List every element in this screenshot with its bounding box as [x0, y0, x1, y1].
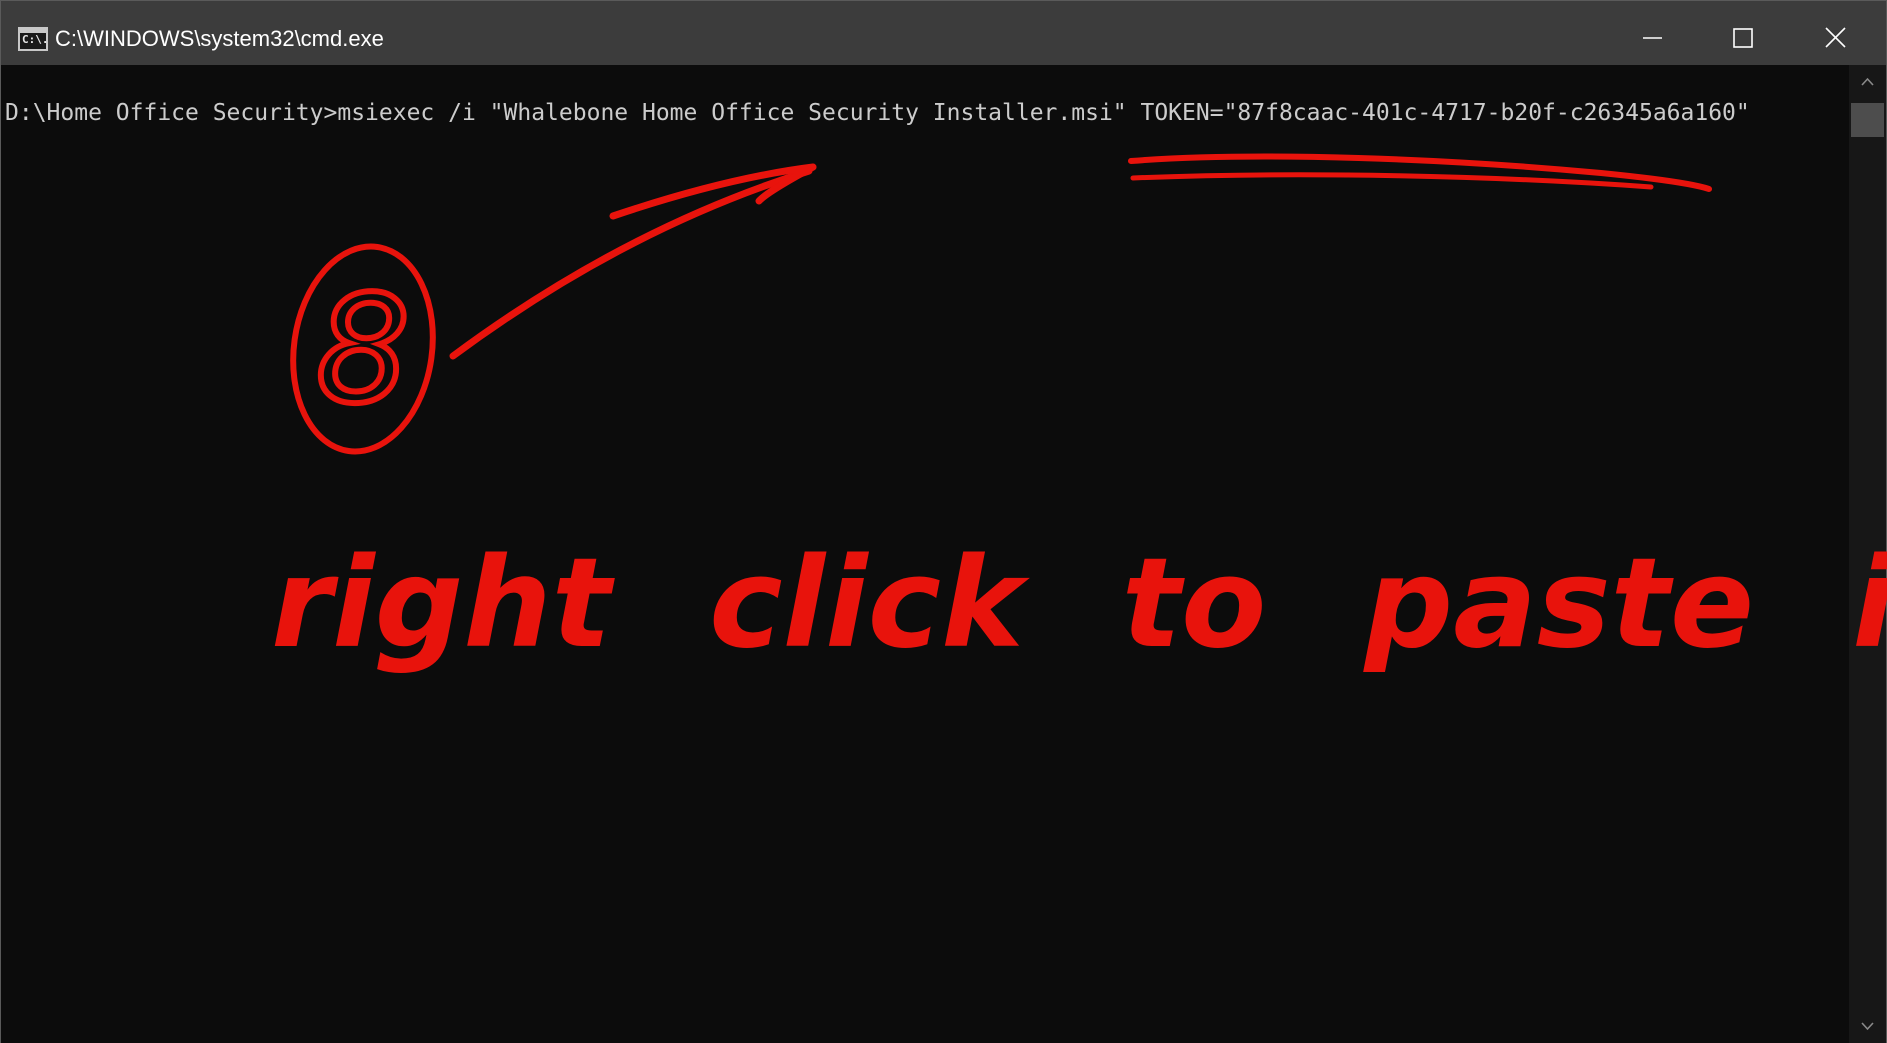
chevron-up-icon — [1861, 77, 1874, 86]
chevron-down-icon — [1861, 1022, 1874, 1031]
prompt: D:\Home Office Security> — [5, 100, 338, 126]
cmd-icon-glyph: C:\. — [22, 33, 49, 46]
scroll-down-button[interactable] — [1849, 1009, 1886, 1043]
cmd-window: C:\. C:\WINDOWS\system32\cmd.exe D:\Home… — [0, 0, 1887, 1043]
token-value: "87f8caac-401c-4717-b20f-c26345a6a160" — [1223, 100, 1750, 126]
minimize-icon — [1643, 37, 1662, 39]
command-line[interactable]: D:\Home Office Security>msiexec /i "Whal… — [5, 99, 1750, 127]
vertical-scrollbar[interactable] — [1849, 65, 1886, 1043]
minimize-button[interactable] — [1606, 1, 1698, 65]
console-output[interactable]: D:\Home Office Security>msiexec /i "Whal… — [1, 65, 1849, 1043]
scroll-thumb[interactable] — [1851, 103, 1884, 137]
maximize-icon — [1733, 28, 1753, 48]
close-icon — [1825, 27, 1846, 48]
close-button[interactable] — [1790, 1, 1882, 65]
cmd-console-icon[interactable]: C:\. — [18, 27, 49, 51]
command-text: msiexec /i "Whalebone Home Office Securi… — [337, 100, 1224, 126]
title-bar[interactable]: C:\. C:\WINDOWS\system32\cmd.exe — [1, 1, 1886, 65]
window-title: C:\WINDOWS\system32\cmd.exe — [55, 26, 384, 51]
maximize-button[interactable] — [1698, 1, 1790, 65]
scroll-up-button[interactable] — [1849, 65, 1886, 99]
